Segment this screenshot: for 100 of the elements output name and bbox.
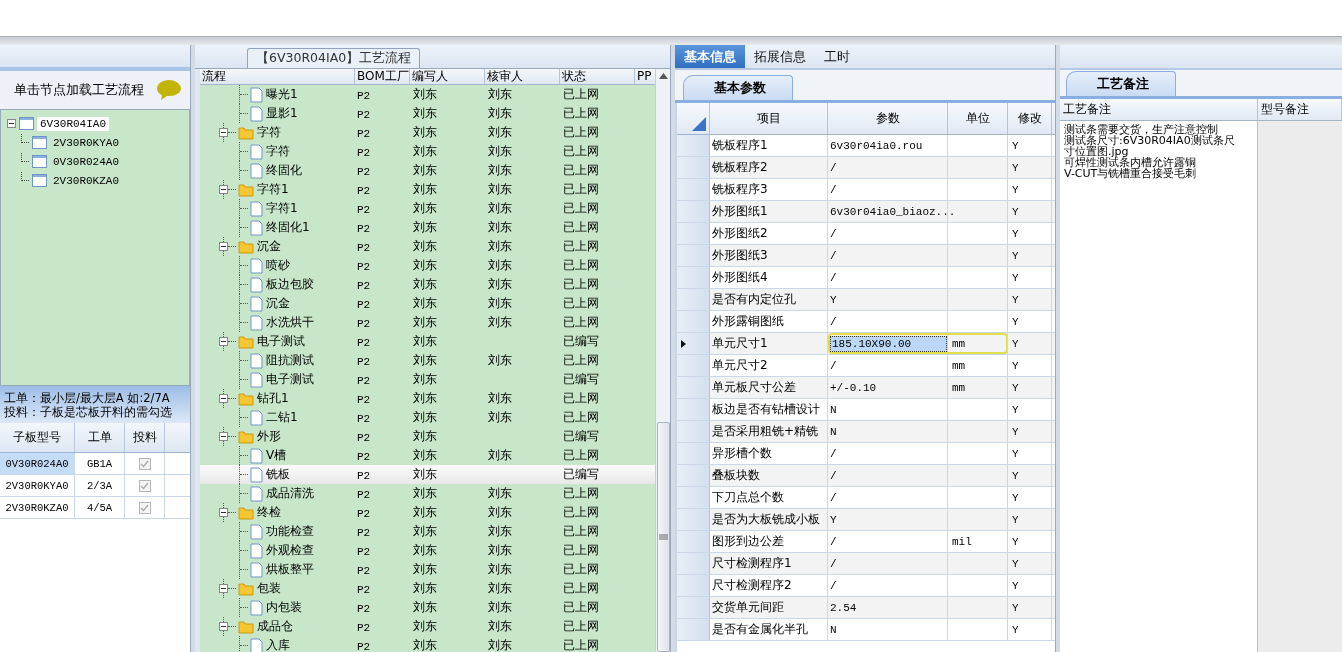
collapse-icon[interactable] <box>219 242 228 251</box>
collapse-icon[interactable] <box>219 337 228 346</box>
column-header[interactable]: 投料 <box>125 423 165 452</box>
value-field[interactable]: / <box>830 491 837 504</box>
value-field[interactable]: / <box>830 161 837 174</box>
process-row[interactable]: 沉金 P2 刘东 刘东 已上网 <box>200 294 655 313</box>
collapse-icon[interactable] <box>219 394 228 403</box>
tree-node[interactable]: 6V30R04IA0 <box>37 116 109 131</box>
tree-node[interactable]: 2V30R0KYA0 <box>50 135 122 150</box>
tree-node[interactable]: 2V30R0KZA0 <box>50 173 122 188</box>
value-field[interactable]: 6v30r04ia0_biaoz... <box>830 205 956 218</box>
column-header[interactable]: 修改 <box>1008 103 1052 134</box>
process-row[interactable]: 成品清洗 P2 刘东 刘东 已上网 <box>200 484 655 503</box>
value-field[interactable]: / <box>830 469 837 482</box>
column-header[interactable]: 核审人 <box>485 69 560 84</box>
process-row[interactable]: 内包装 P2 刘东 刘东 已上网 <box>200 598 655 617</box>
column-header[interactable]: 状态 <box>560 69 635 84</box>
process-row[interactable]: 字符1 P2 刘东 刘东 已上网 <box>200 180 655 199</box>
value-field[interactable]: / <box>830 249 837 262</box>
checkbox[interactable] <box>138 457 151 470</box>
value-field[interactable]: N <box>830 623 837 636</box>
table-row[interactable]: 尺寸检测程序1 / Y <box>677 553 1055 575</box>
process-row[interactable]: 电子测试 P2 刘东 已编写 <box>200 332 655 351</box>
table-row[interactable]: 外形图纸3 / Y <box>677 245 1055 267</box>
value-field[interactable]: / <box>830 227 837 240</box>
table-cell[interactable]: 0V30R024A0 <box>0 453 75 474</box>
tab[interactable]: 基本信息 <box>675 45 745 68</box>
tab[interactable]: 基本参数 <box>683 75 793 100</box>
column-header[interactable]: 项目 <box>710 103 828 134</box>
process-row[interactable]: 铣板 P2 刘东 已编写 <box>200 465 655 484</box>
process-row[interactable]: 包装 P2 刘东 刘东 已上网 <box>200 579 655 598</box>
column-header[interactable]: 子板型号 <box>0 423 75 452</box>
process-row[interactable]: 沉金 P2 刘东 刘东 已上网 <box>200 237 655 256</box>
collapse-icon[interactable] <box>219 584 228 593</box>
splitter[interactable] <box>190 45 195 652</box>
process-row[interactable]: 显影1 P2 刘东 刘东 已上网 <box>200 104 655 123</box>
process-row[interactable]: 烘板整平 P2 刘东 刘东 已上网 <box>200 560 655 579</box>
column-header[interactable]: 参数 <box>828 103 948 134</box>
scroll-thumb[interactable] <box>656 422 670 652</box>
collapse-icon[interactable] <box>219 185 228 194</box>
column-header[interactable]: 流程 <box>200 69 355 84</box>
column-header[interactable]: BOM工厂 <box>355 69 410 84</box>
value-field[interactable]: 185.10X90.00 <box>830 335 947 352</box>
collapse-icon[interactable] <box>219 432 228 441</box>
process-row[interactable]: 钻孔1 P2 刘东 刘东 已上网 <box>200 389 655 408</box>
table-row[interactable]: 外形图纸2 / Y <box>677 223 1055 245</box>
column-header[interactable]: 工艺备注 <box>1060 99 1258 120</box>
value-field[interactable]: / <box>830 315 837 328</box>
process-row[interactable]: 入库 P2 刘东 刘东 已上网 <box>200 636 655 652</box>
value-field[interactable]: / <box>830 447 837 460</box>
table-row[interactable]: 图形到边公差 / mil Y <box>677 531 1055 553</box>
process-row[interactable]: 喷砂 P2 刘东 刘东 已上网 <box>200 256 655 275</box>
value-field[interactable]: / <box>830 579 837 592</box>
remark-box[interactable]: 测试条需要交货，生产注意控制 测试条尺寸:6V30R04IA0测试条尺 寸位置图.jpg 可焊性测试条内槽允许露铜 V-CUT与铣槽重合接受毛刺 <box>1060 121 1258 652</box>
value-field[interactable]: / <box>830 557 837 570</box>
table-row[interactable]: 尺寸检测程序2 / Y <box>677 575 1055 597</box>
process-row[interactable]: 二钻1 P2 刘东 刘东 已上网 <box>200 408 655 427</box>
value-field[interactable]: +/-0.10 <box>830 381 877 394</box>
process-row[interactable]: 板边包胶 P2 刘东 刘东 已上网 <box>200 275 655 294</box>
table-row[interactable]: 下刀点总个数 / Y <box>677 487 1055 509</box>
process-row[interactable]: 终固化 P2 刘东 刘东 已上网 <box>200 161 655 180</box>
table-row[interactable]: 是否采用粗铣+精铣 N Y <box>677 421 1055 443</box>
table-row[interactable]: 是否为大板铣成小板 Y Y <box>677 509 1055 531</box>
value-field[interactable]: N <box>830 403 837 416</box>
value-field[interactable]: / <box>830 535 837 548</box>
table-row[interactable]: 单元板尺寸公差 +/-0.10 mm Y <box>677 377 1055 399</box>
splitter[interactable] <box>1055 45 1060 652</box>
table-row[interactable]: 铣板程序2 / Y <box>677 157 1055 179</box>
tree-node[interactable]: 0V30R024A0 <box>50 154 122 169</box>
process-row[interactable]: 成品仓 P2 刘东 刘东 已上网 <box>200 617 655 636</box>
tab[interactable]: 工艺备注 <box>1066 71 1176 96</box>
table-row[interactable]: 是否有内定位孔 Y Y <box>677 289 1055 311</box>
checkbox[interactable] <box>138 479 151 492</box>
value-field[interactable]: Y <box>830 513 837 526</box>
value-field[interactable]: Y <box>830 293 837 306</box>
scroll-up-icon[interactable] <box>658 73 668 79</box>
collapse-icon[interactable] <box>7 119 16 128</box>
table-row[interactable]: 单元尺寸2 / mm Y <box>677 355 1055 377</box>
checkbox[interactable] <box>138 501 151 514</box>
table-row[interactable]: 板边是否有钻槽设计 N Y <box>677 399 1055 421</box>
collapse-icon[interactable] <box>219 128 228 137</box>
process-row[interactable]: 电子测试 P2 刘东 已编写 <box>200 370 655 389</box>
process-row[interactable]: 水洗烘干 P2 刘东 刘东 已上网 <box>200 313 655 332</box>
value-field[interactable]: 6v30r04ia0.rou <box>830 139 923 152</box>
table-row[interactable]: 铣板程序1 6v30r04ia0.rou Y <box>677 135 1055 157</box>
value-field[interactable]: N <box>830 425 837 438</box>
process-row[interactable]: 曝光1 P2 刘东 刘东 已上网 <box>200 85 655 104</box>
table-row[interactable]: 是否有金属化半孔 N Y <box>677 619 1055 641</box>
tab[interactable]: 工时 <box>815 45 859 68</box>
process-row[interactable]: 阻抗测试 P2 刘东 刘东 已上网 <box>200 351 655 370</box>
table-row[interactable]: 外形图纸4 / Y <box>677 267 1055 289</box>
process-row[interactable]: 外形 P2 刘东 已编写 <box>200 427 655 446</box>
table-row[interactable]: 交货单元间距 2.54 Y <box>677 597 1055 619</box>
value-field[interactable]: / <box>830 271 837 284</box>
process-row[interactable]: 终检 P2 刘东 刘东 已上网 <box>200 503 655 522</box>
column-header[interactable]: 编写人 <box>410 69 485 84</box>
table-row[interactable]: 铣板程序3 / Y <box>677 179 1055 201</box>
column-header[interactable]: 型号备注 <box>1258 99 1342 120</box>
collapse-icon[interactable] <box>219 508 228 517</box>
collapse-icon[interactable] <box>219 622 228 631</box>
